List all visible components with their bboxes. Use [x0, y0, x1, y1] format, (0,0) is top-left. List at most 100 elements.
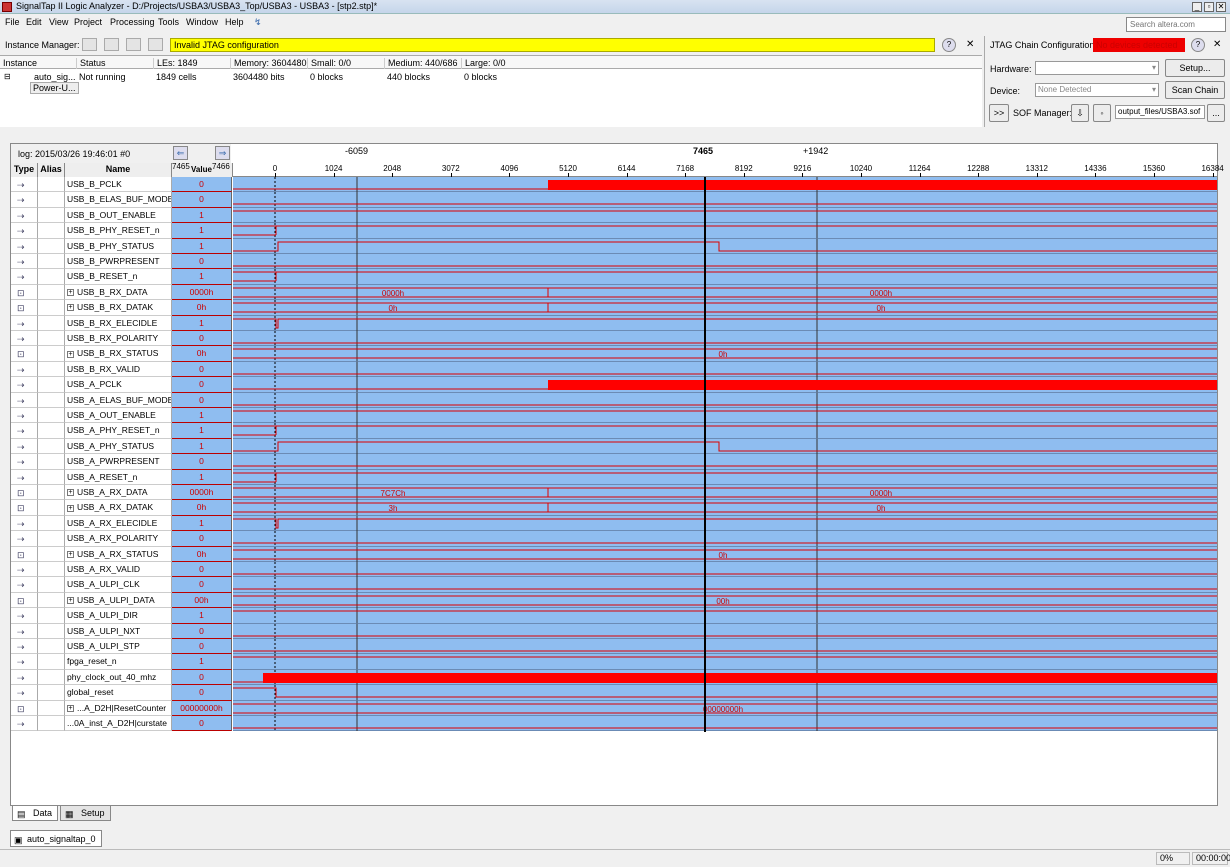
signal-name[interactable]: + USB_A_ULPI_DATA: [65, 592, 172, 609]
signal-row[interactable]: ⇢ USB_A_OUT_ENABLE 1: [11, 408, 1217, 424]
signal-row[interactable]: ⇢ USB_A_ULPI_CLK 0: [11, 577, 1217, 593]
signal-name[interactable]: phy_clock_out_40_mhz: [65, 669, 172, 686]
signal-waveform[interactable]: 3h 0h: [233, 500, 1217, 516]
signal-waveform[interactable]: [233, 716, 1217, 732]
instance-child[interactable]: Power-U...: [30, 82, 79, 94]
time-cursor[interactable]: [704, 177, 706, 732]
signal-row[interactable]: ⊡ + USB_B_RX_DATAK 0h 0h 0h: [11, 300, 1217, 316]
signal-waveform[interactable]: [233, 192, 1217, 208]
signal-row[interactable]: ⇢ USB_A_RESET_n 1: [11, 469, 1217, 485]
signal-waveform[interactable]: 0000h 0000h: [233, 284, 1217, 301]
instance-name[interactable]: auto_sig...: [34, 72, 76, 82]
signal-name[interactable]: USB_A_ELAS_BUF_MODE: [65, 392, 172, 408]
collapse-icon[interactable]: ⊟: [4, 72, 11, 81]
signal-name[interactable]: USB_A_RX_POLARITY: [65, 531, 172, 547]
expand-icon[interactable]: +: [67, 289, 74, 297]
signal-name[interactable]: USB_A_RESET_n: [65, 469, 172, 485]
tab-data[interactable]: ▤ Data: [12, 806, 59, 821]
col-value[interactable]: 7465 Value 7466: [172, 162, 233, 177]
signal-waveform[interactable]: [233, 469, 1217, 485]
signal-waveform[interactable]: 00000000h: [233, 700, 1217, 716]
menu-view[interactable]: View: [49, 17, 68, 27]
signal-name[interactable]: + ...A_D2H|ResetCounter: [65, 700, 172, 716]
menu-project[interactable]: Project: [74, 17, 102, 27]
menu-processing[interactable]: Processing: [110, 17, 155, 27]
menu-file[interactable]: File: [5, 17, 20, 27]
signal-waveform[interactable]: [233, 639, 1217, 655]
col-status[interactable]: Status: [76, 58, 106, 69]
signal-name[interactable]: USB_B_PHY_STATUS: [65, 238, 172, 254]
expand-icon[interactable]: +: [67, 597, 74, 605]
signal-waveform[interactable]: [233, 223, 1217, 239]
signal-name[interactable]: USB_A_ULPI_STP: [65, 639, 172, 655]
signal-name[interactable]: USB_A_RX_VALID: [65, 562, 172, 578]
signal-waveform[interactable]: [233, 207, 1217, 224]
signal-name[interactable]: + USB_B_RX_STATUS: [65, 346, 172, 362]
signal-waveform[interactable]: [233, 608, 1217, 624]
close-icon[interactable]: ✕: [966, 39, 974, 50]
signal-waveform[interactable]: [233, 408, 1217, 424]
signal-waveform[interactable]: [233, 669, 1217, 686]
menu-edit[interactable]: Edit: [26, 17, 42, 27]
stop-program-icon[interactable]: ◦: [1093, 104, 1111, 122]
signal-row[interactable]: ⊡ + ...A_D2H|ResetCounter 00000000h 00000000…: [11, 700, 1217, 716]
signal-row[interactable]: ⇢ USB_B_PCLK 0: [11, 177, 1217, 193]
signal-waveform[interactable]: [233, 515, 1217, 532]
signal-row[interactable]: ⇢ USB_A_ULPI_NXT 0: [11, 623, 1217, 639]
signal-name[interactable]: USB_A_PWRPRESENT: [65, 454, 172, 470]
menu-tools[interactable]: Tools: [158, 17, 179, 27]
col-medium[interactable]: Medium: 440/686: [384, 58, 458, 69]
signal-row[interactable]: ⇢ global_reset 0: [11, 685, 1217, 701]
run-icon[interactable]: [104, 38, 119, 51]
program-icon[interactable]: ⇩: [1071, 104, 1089, 122]
search-input[interactable]: [1126, 17, 1226, 32]
signal-name[interactable]: USB_B_RX_POLARITY: [65, 331, 172, 347]
help-icon[interactable]: ?: [942, 38, 956, 52]
device-select[interactable]: None Detected ▾: [1035, 83, 1159, 97]
signal-row[interactable]: ⇢ phy_clock_out_40_mhz 0: [11, 669, 1217, 686]
signal-name[interactable]: USB_A_ULPI_CLK: [65, 577, 172, 593]
signal-row[interactable]: ⇢ ...0A_inst_A_D2H|curstate 0: [11, 716, 1217, 732]
setup-button[interactable]: Setup...: [1165, 59, 1225, 77]
signal-row[interactable]: ⇢ USB_B_RX_VALID 0: [11, 361, 1217, 378]
signal-row[interactable]: ⇢ USB_B_PWRPRESENT 0: [11, 254, 1217, 270]
signal-waveform[interactable]: [233, 361, 1217, 378]
expand-icon[interactable]: +: [67, 304, 74, 312]
signal-row[interactable]: ⇢ USB_A_PHY_RESET_n 1: [11, 423, 1217, 439]
signal-row[interactable]: ⇢ USB_A_RX_POLARITY 0: [11, 531, 1217, 547]
signal-name[interactable]: + USB_A_RX_DATAK: [65, 500, 172, 516]
signal-name[interactable]: fpga_reset_n: [65, 654, 172, 670]
signal-row[interactable]: ⇢ USB_B_RX_POLARITY 0: [11, 331, 1217, 347]
signal-name[interactable]: USB_A_PHY_RESET_n: [65, 423, 172, 439]
signal-name[interactable]: USB_B_RESET_n: [65, 269, 172, 285]
signal-name[interactable]: + USB_A_RX_DATA: [65, 485, 172, 501]
signal-waveform[interactable]: [233, 315, 1217, 331]
signal-name[interactable]: USB_B_RX_VALID: [65, 361, 172, 378]
jtag-help-icon[interactable]: ?: [1191, 38, 1205, 52]
signal-name[interactable]: USB_A_RX_ELECIDLE: [65, 515, 172, 532]
signal-row[interactable]: ⇢ USB_B_PHY_RESET_n 1: [11, 223, 1217, 239]
signal-waveform[interactable]: 0h: [233, 346, 1217, 362]
autorun-icon[interactable]: [82, 38, 97, 51]
signal-row[interactable]: ⇢ USB_A_ULPI_STP 0: [11, 639, 1217, 655]
signal-row[interactable]: ⊡ + USB_B_RX_STATUS 0h 0h: [11, 346, 1217, 362]
stop-icon[interactable]: [126, 38, 141, 51]
signal-waveform[interactable]: [233, 177, 1217, 193]
signal-row[interactable]: ⊡ + USB_A_RX_STATUS 0h 0h: [11, 546, 1217, 562]
signal-waveform[interactable]: [233, 254, 1217, 270]
signal-row[interactable]: ⇢ USB_A_ELAS_BUF_MODE 0: [11, 392, 1217, 408]
signal-name[interactable]: + USB_B_RX_DATAK: [65, 300, 172, 316]
signal-waveform[interactable]: 00h: [233, 592, 1217, 609]
signal-waveform[interactable]: [233, 454, 1217, 470]
signal-name[interactable]: USB_A_PHY_STATUS: [65, 438, 172, 455]
read-data-icon[interactable]: [148, 38, 163, 51]
hardware-select[interactable]: ▾: [1035, 61, 1159, 75]
help-arrow-icon[interactable]: ↯: [254, 17, 262, 28]
col-instance[interactable]: Instance: [0, 58, 37, 69]
col-les[interactable]: LEs: 1849: [153, 58, 198, 69]
menu-window[interactable]: Window: [186, 17, 218, 27]
signal-name[interactable]: USB_B_ELAS_BUF_MODE: [65, 192, 172, 208]
sof-browse-button[interactable]: ...: [1207, 104, 1225, 122]
signal-row[interactable]: ⇢ USB_B_ELAS_BUF_MODE 0: [11, 192, 1217, 208]
expand-icon[interactable]: +: [67, 504, 74, 512]
